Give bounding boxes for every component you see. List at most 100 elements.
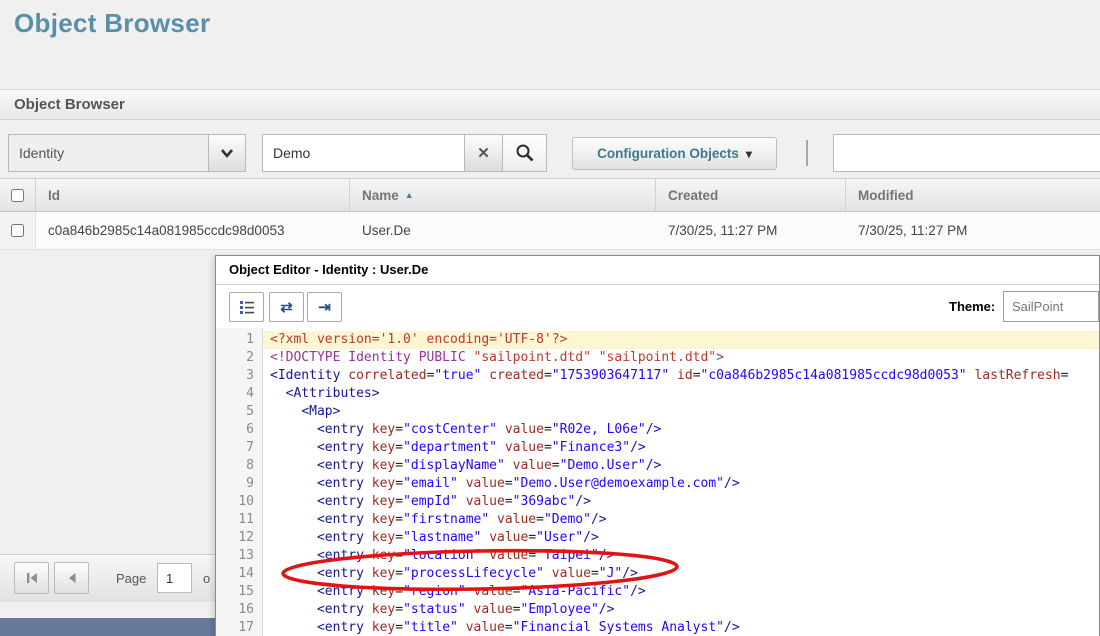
dialog-toolbar: ⇄ ⇥ Theme: (216, 285, 1099, 329)
column-header-created[interactable]: Created (656, 179, 846, 211)
column-header-id[interactable]: Id (36, 179, 350, 211)
object-type-select[interactable]: Identity (8, 134, 209, 172)
code-line[interactable]: 15 <entry key="region" value="Asia-Pacif… (216, 583, 1099, 601)
code-line[interactable]: 4 <Attributes> (216, 385, 1099, 403)
code-text: <entry key="firstname" value="Demo"/> (316, 512, 607, 527)
code-line[interactable]: 5 <Map> (216, 403, 1099, 421)
column-header-name[interactable]: Name ▲ (350, 179, 656, 211)
code-text: <entry key="status" value="Employee"/> (316, 602, 615, 617)
code-line[interactable]: 14 <entry key="processLifecycle" value="… (216, 565, 1099, 583)
select-all-cell (0, 179, 36, 211)
chevron-down-icon (221, 149, 233, 159)
page-label: Page (116, 571, 147, 586)
code-line[interactable]: 17 <entry key="title" value="Financial S… (216, 619, 1099, 636)
configuration-objects-button[interactable]: Configuration Objects ▾ (572, 137, 777, 170)
code-line[interactable]: 16 <entry key="status" value="Employee"/… (216, 601, 1099, 619)
code-text: <entry key="region" value="Asia-Pacific"… (316, 584, 646, 599)
filter-input[interactable] (833, 134, 1100, 172)
code-line[interactable]: 1 <?xml version='1.0' encoding='UTF-8'?> (216, 331, 1099, 349)
close-icon: ✕ (477, 145, 490, 162)
theme-input[interactable] (1003, 291, 1099, 322)
code-text: <entry key="location" value="Taipei"/> (316, 548, 615, 563)
row-id: c0a846b2985c14a081985ccdc98d0053 (48, 223, 285, 238)
line-number: 3 (246, 368, 254, 383)
swap-button[interactable]: ⇄ (269, 292, 304, 322)
code-line[interactable]: 10 <entry key="empId" value="369abc"/> (216, 493, 1099, 511)
search-icon (516, 144, 533, 162)
panel-header: Object Browser (0, 89, 1100, 120)
line-number: 15 (238, 584, 254, 599)
line-number: 7 (246, 440, 254, 455)
panel-header-label: Object Browser (14, 96, 125, 113)
line-number: 17 (238, 620, 254, 635)
first-page-icon (26, 573, 37, 583)
code-line[interactable]: 6 <entry key="costCenter" value="R02e, L… (216, 421, 1099, 439)
configuration-objects-label: Configuration Objects (597, 146, 739, 161)
line-number: 8 (246, 458, 254, 473)
first-page-button[interactable] (14, 562, 49, 594)
line-number: 9 (246, 476, 254, 491)
row-checkbox-cell (0, 212, 36, 249)
row-name: User.De (362, 223, 411, 238)
code-line[interactable]: 8 <entry key="displayName" value="Demo.U… (216, 457, 1099, 475)
code-text: <Map> (301, 404, 341, 419)
code-text: <entry key="email" value="Demo.User@demo… (316, 476, 740, 491)
row-checkbox[interactable] (11, 224, 24, 237)
code-line[interactable]: 3 <Identity correlated="true" created="17… (216, 367, 1099, 385)
toolbar-separator (806, 140, 808, 166)
line-number: 12 (238, 530, 254, 545)
column-header-modified[interactable]: Modified (846, 179, 1100, 211)
code-text: <entry key="processLifecycle" value="J"/… (316, 566, 638, 581)
code-line[interactable]: 11 <entry key="firstname" value="Demo"/> (216, 511, 1099, 529)
sort-ascending-icon: ▲ (404, 190, 414, 200)
previous-page-button[interactable] (54, 562, 89, 594)
grid-header: Id Name ▲ Created Modified (0, 178, 1100, 212)
object-browser-screen: Object Browser Object Browser Identity ✕… (0, 0, 1100, 636)
code-text: <entry key="title" value="Financial Syst… (316, 620, 740, 635)
line-number: 2 (246, 350, 254, 365)
code-line[interactable]: 2 <!DOCTYPE Identity PUBLIC "sailpoint.dt… (216, 349, 1099, 367)
indent-button[interactable]: ⇥ (307, 292, 342, 322)
search-button[interactable] (502, 134, 547, 172)
code-text: <entry key="empId" value="369abc"/> (316, 494, 591, 509)
line-number: 6 (246, 422, 254, 437)
object-editor-dialog: Object Editor - Identity : User.De ⇄ ⇥ T… (215, 255, 1100, 636)
tab-right-icon: ⇥ (318, 299, 331, 316)
code-text: <entry key="displayName" value="Demo.Use… (316, 458, 662, 473)
code-line[interactable]: 7 <entry key="department" value="Finance… (216, 439, 1099, 457)
line-number: 16 (238, 602, 254, 617)
code-lines: 1 <?xml version='1.0' encoding='UTF-8'?> 2… (216, 328, 1099, 636)
page-number-input[interactable] (157, 563, 192, 593)
line-numbers-icon (239, 301, 254, 314)
select-all-checkbox[interactable] (11, 189, 24, 202)
previous-page-icon (68, 573, 75, 583)
column-header-name-label: Name (362, 188, 399, 203)
line-number: 1 (246, 332, 254, 347)
theme-label: Theme: (949, 299, 996, 314)
code-line[interactable]: 13 <entry key="location" value="Taipei"/… (216, 547, 1099, 565)
object-type-dropdown-button[interactable] (208, 134, 246, 172)
line-numbers-button[interactable] (229, 292, 264, 322)
xml-editor[interactable]: 1 <?xml version='1.0' encoding='UTF-8'?> 2… (216, 328, 1099, 636)
page-of-label: o (203, 571, 211, 586)
column-header-created-label: Created (668, 188, 719, 203)
code-line[interactable]: 12 <entry key="lastname" value="User"/> (216, 529, 1099, 547)
line-number: 10 (238, 494, 254, 509)
code-text: <Attributes> (285, 386, 380, 401)
code-text: <entry key="costCenter" value="R02e, L06… (316, 422, 662, 437)
line-number: 5 (246, 404, 254, 419)
code-text: <Identity correlated="true" created="175… (270, 368, 1069, 383)
object-type-value: Identity (19, 145, 65, 161)
dialog-title: Object Editor - Identity : User.De (216, 256, 1099, 285)
code-text: <entry key="department" value="Finance3"… (316, 440, 646, 455)
clear-search-button[interactable]: ✕ (464, 134, 503, 172)
code-line[interactable]: 9 <entry key="email" value="Demo.User@de… (216, 475, 1099, 493)
swap-icon: ⇄ (280, 299, 293, 316)
table-row[interactable]: c0a846b2985c14a081985ccdc98d0053 User.De… (0, 212, 1100, 250)
row-modified: 7/30/25, 11:27 PM (858, 223, 968, 238)
line-number: 13 (238, 548, 254, 563)
object-search-input[interactable] (262, 134, 465, 172)
line-number: 14 (238, 566, 254, 581)
line-number: 11 (238, 512, 254, 527)
code-text: <entry key="lastname" value="User"/> (316, 530, 599, 545)
